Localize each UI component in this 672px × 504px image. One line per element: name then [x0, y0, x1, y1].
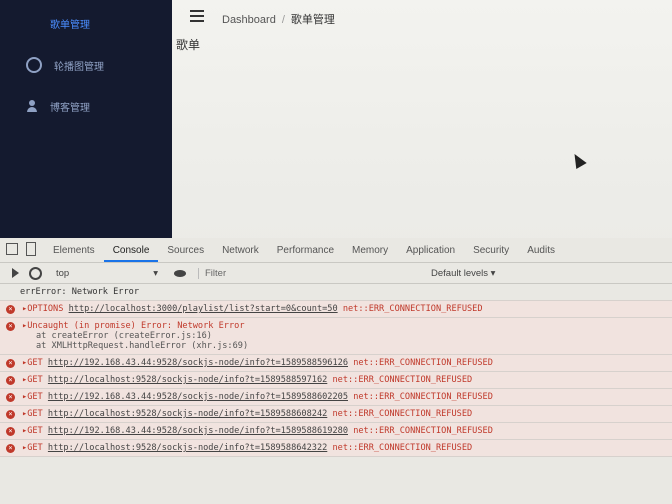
request-method: GET: [27, 392, 43, 402]
error-text: net::ERR_CONNECTION_REFUSED: [342, 304, 483, 314]
sidebar: 歌单管理 轮播图管理 博客管理: [0, 0, 172, 238]
console-error-row: × ▸Uncaught (in promise) Error: Network …: [0, 318, 672, 355]
error-icon: ×: [6, 359, 15, 368]
console-toolbar: top ▾ Filter Default levels ▾: [0, 263, 672, 284]
error-icon: ×: [6, 305, 15, 314]
error-text: net::ERR_CONNECTION_REFUSED: [332, 443, 473, 453]
user-icon: [26, 100, 38, 112]
page-title: 歌单: [176, 38, 201, 52]
console-output: errError: Network Error × ▸OPTIONS http:…: [0, 284, 672, 457]
levels-dropdown[interactable]: Default levels ▾: [431, 268, 495, 279]
console-error-row: × ▸GET http://localhost:9528/sockjs-node…: [0, 372, 672, 389]
inspect-icon[interactable]: [6, 243, 18, 255]
tab-memory[interactable]: Memory: [343, 245, 397, 262]
tab-elements[interactable]: Elements: [44, 245, 104, 262]
tab-console[interactable]: Console: [103, 245, 159, 262]
request-method: GET: [27, 426, 43, 436]
error-icon: ×: [6, 427, 15, 436]
request-method: GET: [27, 375, 43, 385]
tab-sources[interactable]: Sources: [158, 245, 213, 262]
sidebar-item-label: 歌单管理: [50, 19, 90, 31]
console-error-row: × ▸GET http://192.168.43.44:9528/sockjs-…: [0, 423, 672, 440]
request-method: GET: [27, 443, 43, 453]
tab-audits[interactable]: Audits: [518, 245, 564, 262]
chevron-down-icon: ▾: [153, 267, 158, 279]
gear-icon: [26, 57, 42, 73]
request-url[interactable]: http://192.168.43.44:9528/sockjs-node/in…: [48, 358, 348, 368]
request-url[interactable]: http://localhost:9528/sockjs-node/info?t…: [48, 443, 327, 453]
tab-performance[interactable]: Performance: [268, 245, 343, 262]
devtools-tabs: Elements Console Sources Network Perform…: [0, 238, 672, 263]
stack-line: at XMLHttpRequest.handleError (xhr.js:69…: [36, 341, 249, 351]
request-url[interactable]: http://192.168.43.44:9528/sockjs-node/in…: [48, 392, 348, 402]
devtools-panel: Elements Console Sources Network Perform…: [0, 238, 672, 504]
request-url[interactable]: http://localhost:9528/sockjs-node/info?t…: [48, 375, 327, 385]
clear-console-icon[interactable]: [29, 266, 42, 280]
error-text: net::ERR_CONNECTION_REFUSED: [353, 358, 493, 368]
error-text: net::ERR_CONNECTION_REFUSED: [353, 426, 493, 436]
sidebar-item-label: 轮播图管理: [54, 61, 104, 73]
sidebar-item-playlist[interactable]: 歌单管理: [26, 13, 90, 33]
console-error-row: × ▸GET http://localhost:9528/sockjs-node…: [0, 406, 672, 423]
context-value: top: [56, 267, 70, 279]
filter-input[interactable]: Filter: [198, 267, 425, 279]
error-icon: ×: [6, 410, 15, 419]
tab-security[interactable]: Security: [464, 245, 518, 262]
tab-network[interactable]: Network: [213, 245, 268, 262]
error-text: net::ERR_CONNECTION_REFUSED: [353, 392, 493, 402]
tab-application[interactable]: Application: [397, 245, 464, 262]
mouse-cursor-icon: [569, 150, 587, 170]
error-icon: ×: [6, 393, 15, 402]
sidebar-item-label: 博客管理: [50, 102, 90, 114]
request-method: OPTIONS: [27, 304, 64, 314]
breadcrumb: Dashboard / 歌单管理: [222, 11, 335, 27]
request-method: GET: [27, 358, 43, 368]
breadcrumb-separator: /: [281, 14, 285, 26]
devtools-tools: [0, 242, 44, 262]
console-error-row: × ▸OPTIONS http://localhost:3000/playlis…: [0, 301, 672, 318]
sidebar-item-carousel[interactable]: 轮播图管理: [26, 55, 104, 75]
console-line: errError: Network Error: [0, 284, 672, 301]
console-error-row: × ▸GET http://192.168.43.44:9528/sockjs-…: [0, 355, 672, 372]
eye-icon[interactable]: [174, 269, 186, 277]
request-url[interactable]: http://192.168.43.44:9528/sockjs-node/in…: [48, 426, 348, 436]
browser-page: 歌单管理 轮播图管理 博客管理 Dashboard / 歌单管理 歌单 Elemen…: [0, 0, 672, 504]
device-toolbar-icon[interactable]: [26, 242, 36, 256]
console-error-row: × ▸GET http://192.168.43.44:9528/sockjs-…: [0, 389, 672, 406]
header: Dashboard / 歌单管理: [172, 0, 672, 36]
sidebar-toggle-icon[interactable]: [12, 268, 19, 278]
breadcrumb-current: 歌单管理: [290, 14, 335, 26]
stack-line: at createError (createError.js:16): [36, 331, 212, 341]
context-select[interactable]: top ▾: [56, 268, 158, 279]
request-method: GET: [27, 409, 43, 419]
grid-icon: [26, 17, 38, 29]
error-text: Uncaught (in promise) Error: Network Err…: [27, 321, 245, 331]
request-url[interactable]: http://localhost:9528/sockjs-node/info?t…: [48, 409, 327, 419]
console-error-row: × ▸GET http://localhost:9528/sockjs-node…: [0, 440, 672, 457]
hamburger-icon[interactable]: [190, 10, 204, 22]
breadcrumb-root[interactable]: Dashboard: [222, 14, 276, 26]
error-text: net::ERR_CONNECTION_REFUSED: [332, 375, 473, 385]
error-text: net::ERR_CONNECTION_REFUSED: [332, 409, 473, 419]
error-icon: ×: [6, 444, 15, 453]
error-icon: ×: [6, 376, 15, 385]
sidebar-item-blog[interactable]: 博客管理: [26, 96, 90, 116]
request-url[interactable]: http://localhost:3000/playlist/list?star…: [69, 304, 338, 314]
error-icon: ×: [6, 322, 15, 331]
